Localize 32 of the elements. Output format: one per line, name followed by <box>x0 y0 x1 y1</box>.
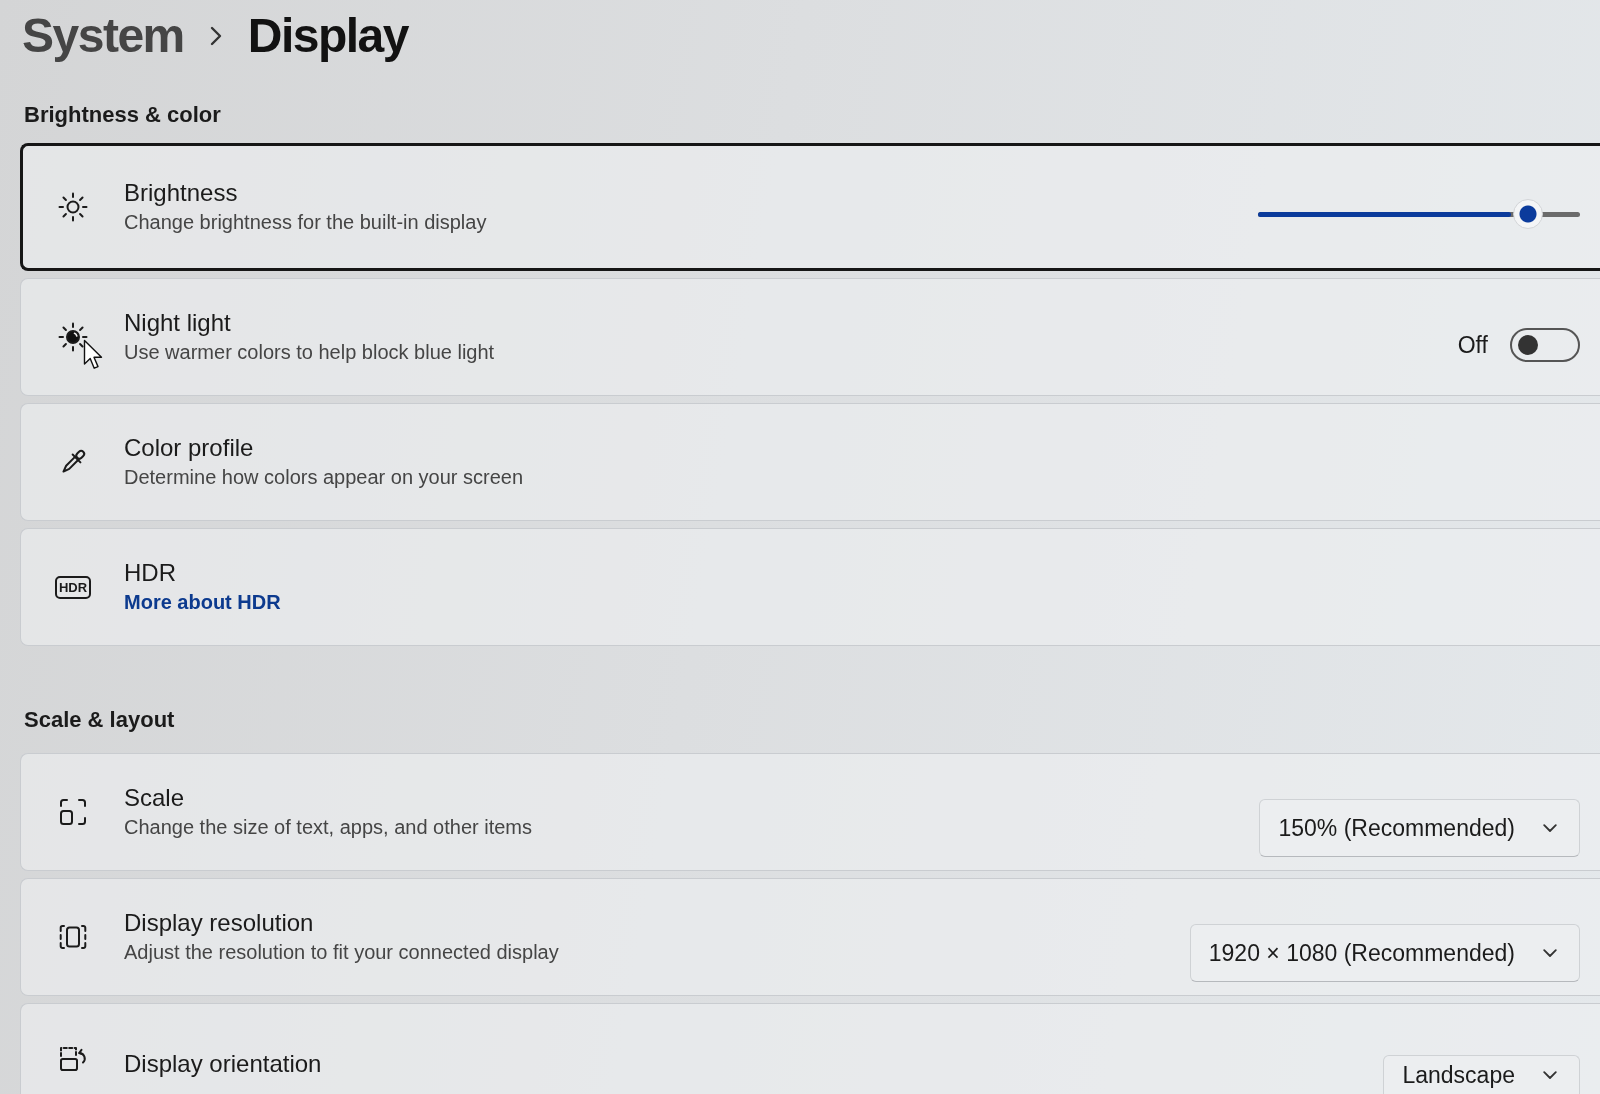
toggle-switch[interactable] <box>1510 328 1580 362</box>
setting-title: Display orientation <box>124 1049 322 1079</box>
dropdown-button[interactable]: 150% (Recommended) <box>1259 799 1580 857</box>
sun-icon <box>57 191 89 223</box>
half-filled-sun-icon <box>57 321 89 353</box>
setting-description: Change brightness for the built-in display <box>124 210 487 235</box>
breadcrumb-link[interactable]: System <box>22 4 184 68</box>
toggle-state-label: Off <box>1457 331 1488 360</box>
hdr-badge: HDR <box>54 575 92 599</box>
chevron-down-icon <box>1543 824 1557 832</box>
chevron-down-icon <box>1543 1071 1557 1079</box>
scale-frame-icon <box>57 796 89 828</box>
setting-card[interactable]: Color profile Determine how colors appear on your screen <box>20 403 1600 521</box>
setting-description: Use warmer colors to help block blue light <box>124 340 495 365</box>
setting-title: Scale <box>124 783 185 813</box>
setting-title: Night light <box>124 308 231 338</box>
chevron-down-icon <box>1543 949 1557 957</box>
setting-title: HDR <box>124 558 176 588</box>
dropdown-button[interactable]: 1920 × 1080 (Recommended) <box>1189 924 1580 982</box>
page-title: Display <box>247 8 408 64</box>
setting-description: Adjust the resolution to fit your connected display <box>124 940 559 965</box>
section-heading: Scale & layout <box>24 706 175 734</box>
section-heading: Brightness & color <box>24 101 221 129</box>
setting-description: Determine how colors appear on your screen <box>124 465 524 490</box>
chevron-right-icon <box>209 26 222 46</box>
dropdown-button[interactable]: Landscape <box>1383 1055 1580 1094</box>
setting-title: Brightness <box>124 178 238 208</box>
setting-title: Display resolution <box>124 908 314 938</box>
setting-title: Color profile <box>124 433 254 463</box>
setting-description: Change the size of text, apps, and other items <box>124 815 533 840</box>
learn-more-link[interactable]: More about HDR <box>124 588 281 616</box>
slider-thumb[interactable] <box>1513 199 1544 229</box>
